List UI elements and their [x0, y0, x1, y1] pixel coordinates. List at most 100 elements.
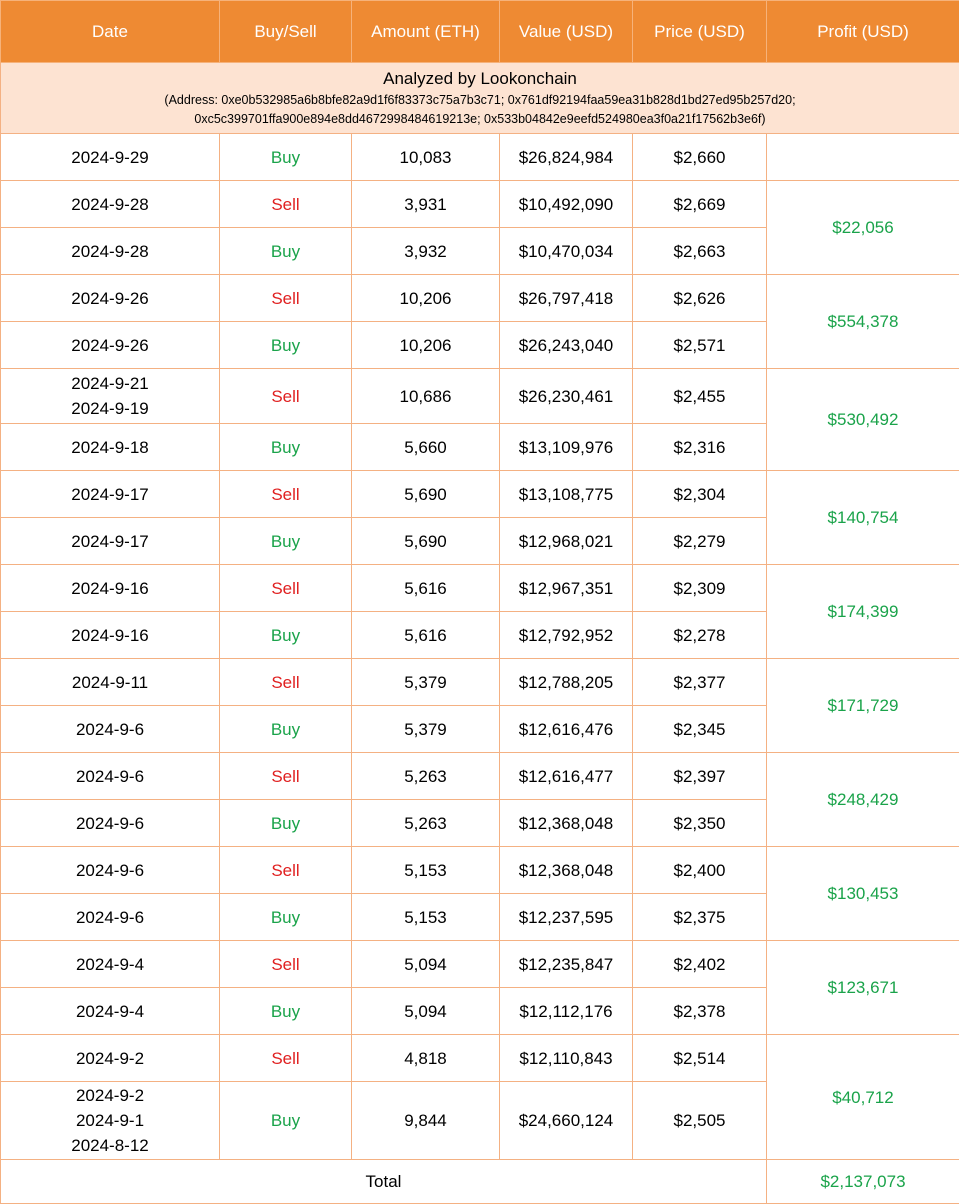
banner-address-line-2: 0xc5c399701ffa900e894e8dd467299848461921… [1, 110, 959, 129]
total-row: Total $2,137,073 [1, 1160, 959, 1204]
profit-cell: $171,729 [767, 659, 959, 753]
profit-cell: $248,429 [767, 753, 959, 847]
amount-cell: 5,379 [352, 659, 500, 706]
value-cell: $26,230,461 [500, 369, 633, 424]
date-cell: 2024-9-18 [1, 424, 220, 471]
side-cell: Sell [220, 659, 352, 706]
banner-cell: Analyzed by Lookonchain (Address: 0xe0b5… [1, 63, 959, 134]
value-cell: $12,616,477 [500, 753, 633, 800]
profit-cell: $40,712 [767, 1035, 959, 1160]
value-cell: $10,470,034 [500, 228, 633, 275]
side-cell: Sell [220, 471, 352, 518]
price-cell: $2,626 [633, 275, 767, 322]
amount-cell: 5,616 [352, 612, 500, 659]
side-cell: Buy [220, 988, 352, 1035]
value-cell: $12,237,595 [500, 894, 633, 941]
table-row: 2024-9-4Sell5,094$12,235,847$2,402$123,6… [1, 941, 959, 988]
value-cell: $26,243,040 [500, 322, 633, 369]
price-cell: $2,514 [633, 1035, 767, 1082]
table-row: 2024-9-26Sell10,206$26,797,418$2,626$554… [1, 275, 959, 322]
header-profit: Profit (USD) [767, 1, 959, 63]
price-cell: $2,279 [633, 518, 767, 565]
value-cell: $12,967,351 [500, 565, 633, 612]
date-text: 2024-9-6 [1, 905, 219, 930]
header-value: Value (USD) [500, 1, 633, 63]
table-row: 2024-9-16Sell5,616$12,967,351$2,309$174,… [1, 565, 959, 612]
price-cell: $2,660 [633, 134, 767, 181]
header-row: Date Buy/Sell Amount (ETH) Value (USD) P… [1, 1, 959, 63]
amount-cell: 5,263 [352, 753, 500, 800]
date-cell: 2024-9-29 [1, 134, 220, 181]
side-cell: Buy [220, 518, 352, 565]
side-cell: Sell [220, 753, 352, 800]
date-cell: 2024-9-11 [1, 659, 220, 706]
date-cell: 2024-9-6 [1, 800, 220, 847]
value-cell: $13,109,976 [500, 424, 633, 471]
price-cell: $2,377 [633, 659, 767, 706]
side-cell: Sell [220, 275, 352, 322]
table-row: 2024-9-212024-9-19Sell10,686$26,230,461$… [1, 369, 959, 424]
price-cell: $2,571 [633, 322, 767, 369]
banner-title: Analyzed by Lookonchain [1, 67, 959, 91]
date-text: 2024-9-18 [1, 435, 219, 460]
table-row: 2024-9-11Sell5,379$12,788,205$2,377$171,… [1, 659, 959, 706]
date-cell: 2024-9-17 [1, 471, 220, 518]
side-cell: Sell [220, 941, 352, 988]
date-text: 2024-9-28 [1, 192, 219, 217]
header-buy-sell: Buy/Sell [220, 1, 352, 63]
amount-cell: 10,686 [352, 369, 500, 424]
table-row: 2024-9-29Buy10,083$26,824,984$2,660 [1, 134, 959, 181]
date-text: 2024-9-2 [1, 1083, 219, 1108]
amount-cell: 9,844 [352, 1082, 500, 1160]
date-cell: 2024-9-16 [1, 565, 220, 612]
amount-cell: 5,616 [352, 565, 500, 612]
date-text: 2024-9-21 [1, 371, 219, 396]
price-cell: $2,278 [633, 612, 767, 659]
table-row: 2024-9-17Sell5,690$13,108,775$2,304$140,… [1, 471, 959, 518]
date-cell: 2024-9-4 [1, 941, 220, 988]
value-cell: $12,788,205 [500, 659, 633, 706]
date-cell: 2024-9-212024-9-19 [1, 369, 220, 424]
price-cell: $2,669 [633, 181, 767, 228]
value-cell: $12,112,176 [500, 988, 633, 1035]
amount-cell: 5,094 [352, 941, 500, 988]
amount-cell: 3,931 [352, 181, 500, 228]
value-cell: $26,824,984 [500, 134, 633, 181]
date-text: 2024-9-4 [1, 999, 219, 1024]
trade-table: Date Buy/Sell Amount (ETH) Value (USD) P… [0, 0, 959, 1204]
date-cell: 2024-9-6 [1, 706, 220, 753]
date-cell: 2024-9-4 [1, 988, 220, 1035]
side-cell: Sell [220, 369, 352, 424]
amount-cell: 10,206 [352, 275, 500, 322]
price-cell: $2,663 [633, 228, 767, 275]
side-cell: Sell [220, 1035, 352, 1082]
side-cell: Buy [220, 134, 352, 181]
value-cell: $13,108,775 [500, 471, 633, 518]
amount-cell: 10,206 [352, 322, 500, 369]
amount-cell: 5,153 [352, 847, 500, 894]
date-text: 2024-9-1 [1, 1108, 219, 1133]
date-cell: 2024-9-22024-9-12024-8-12 [1, 1082, 220, 1160]
value-cell: $26,797,418 [500, 275, 633, 322]
date-text: 2024-9-2 [1, 1046, 219, 1071]
profit-cell [767, 134, 959, 181]
date-cell: 2024-9-6 [1, 894, 220, 941]
profit-cell: $22,056 [767, 181, 959, 275]
date-text: 2024-9-28 [1, 239, 219, 264]
table-row: 2024-9-6Sell5,153$12,368,048$2,400$130,4… [1, 847, 959, 894]
price-cell: $2,505 [633, 1082, 767, 1160]
price-cell: $2,378 [633, 988, 767, 1035]
amount-cell: 5,263 [352, 800, 500, 847]
amount-cell: 5,690 [352, 471, 500, 518]
price-cell: $2,345 [633, 706, 767, 753]
value-cell: $12,368,048 [500, 847, 633, 894]
date-text: 2024-9-19 [1, 396, 219, 421]
header-price: Price (USD) [633, 1, 767, 63]
profit-cell: $130,453 [767, 847, 959, 941]
profit-cell: $123,671 [767, 941, 959, 1035]
price-cell: $2,350 [633, 800, 767, 847]
header-amount: Amount (ETH) [352, 1, 500, 63]
amount-cell: 5,094 [352, 988, 500, 1035]
value-cell: $12,968,021 [500, 518, 633, 565]
date-text: 2024-9-26 [1, 286, 219, 311]
